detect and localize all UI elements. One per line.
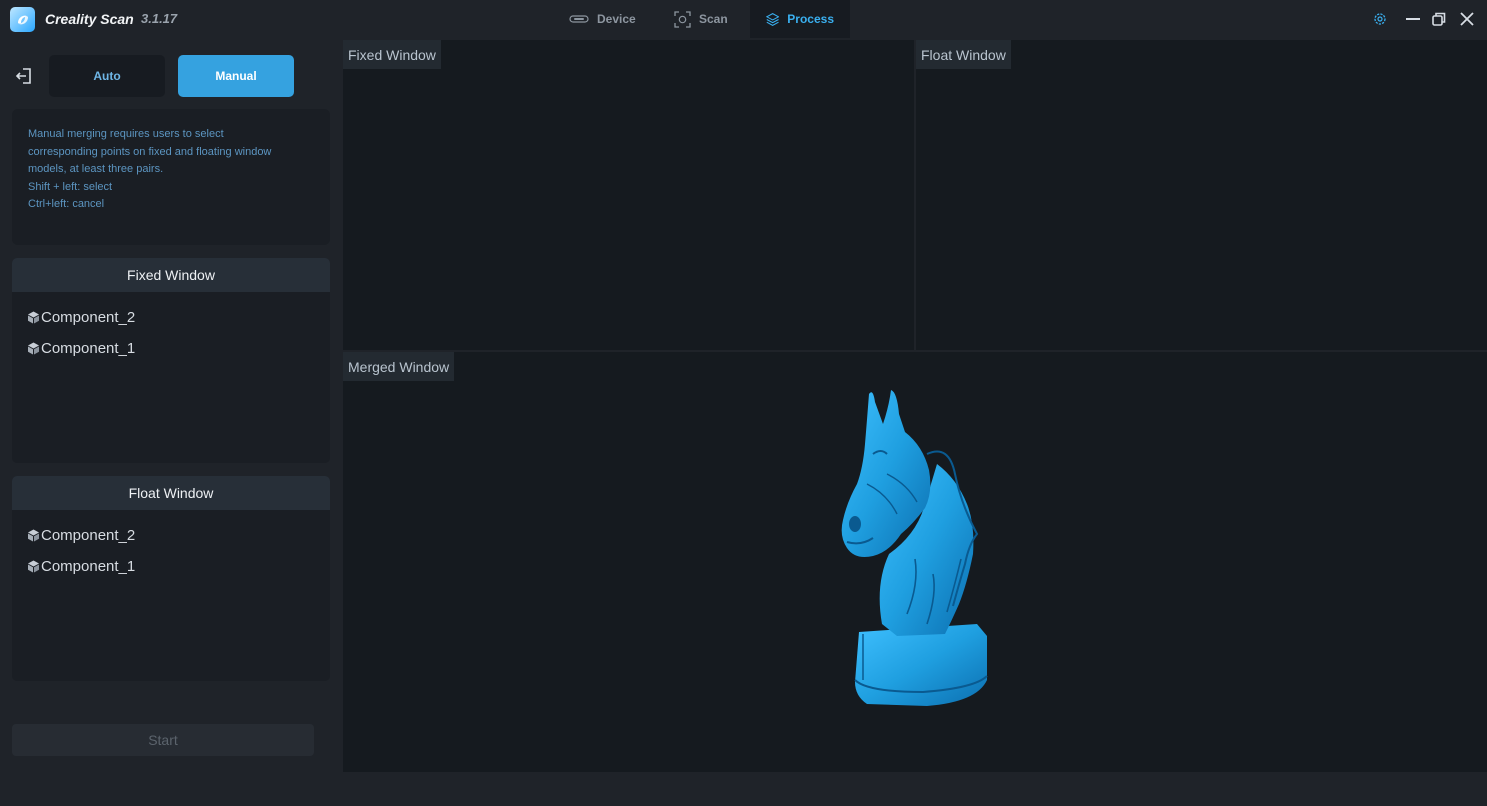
- fixed-window-label: Fixed Window: [343, 40, 441, 69]
- list-item[interactable]: Component_1: [12, 333, 330, 364]
- horse-head-model[interactable]: [827, 384, 1007, 712]
- list-item-label: Component_1: [41, 558, 136, 575]
- merged-window-viewport[interactable]: Merged Window: [343, 352, 1487, 772]
- cube-icon: [28, 311, 39, 324]
- settings-icon[interactable]: [1370, 9, 1390, 29]
- tab-device[interactable]: Device: [553, 0, 652, 38]
- exit-icon[interactable]: [15, 67, 33, 85]
- list-item[interactable]: Component_1: [12, 551, 330, 582]
- app-name: Creality Scan: [45, 11, 134, 27]
- help-text-box: Manual merging requires users to select …: [12, 109, 330, 245]
- app-logo-icon: [10, 7, 35, 32]
- fixed-window-viewport[interactable]: Fixed Window: [343, 40, 914, 350]
- tab-scan[interactable]: Scan: [658, 0, 744, 38]
- fixed-window-list-title: Fixed Window: [12, 258, 330, 292]
- list-item-label: Component_1: [41, 340, 136, 357]
- restore-icon[interactable]: [1429, 9, 1449, 29]
- app-version: 3.1.17: [141, 11, 178, 26]
- auto-mode-button[interactable]: Auto: [49, 55, 165, 97]
- help-line: Manual merging requires users to select: [28, 128, 224, 140]
- cube-icon: [28, 342, 39, 355]
- list-item-label: Component_2: [41, 309, 136, 326]
- minimize-icon[interactable]: [1403, 9, 1423, 29]
- help-line: models, at least three pairs.: [28, 163, 164, 175]
- list-item[interactable]: Component_2: [12, 520, 330, 551]
- tab-process[interactable]: Process: [750, 0, 850, 38]
- device-icon: [569, 15, 589, 23]
- float-window-list: Float Window Component_2 Component_1: [12, 476, 330, 681]
- list-item-label: Component_2: [41, 527, 136, 544]
- close-icon[interactable]: [1457, 9, 1477, 29]
- manual-mode-button[interactable]: Manual: [178, 55, 294, 97]
- merged-window-label: Merged Window: [343, 352, 455, 381]
- help-line: Shift + left: select: [28, 180, 113, 193]
- float-window-label: Float Window: [916, 40, 1011, 69]
- start-button[interactable]: Start: [12, 724, 314, 756]
- scan-icon: [674, 10, 691, 28]
- fixed-window-list: Fixed Window Component_2 Component_1: [12, 258, 330, 463]
- help-line: Ctrl+left: cancel: [28, 198, 105, 210]
- tab-device-label: Device: [597, 12, 636, 26]
- cube-icon: [28, 529, 39, 542]
- float-window-viewport[interactable]: Float Window: [916, 40, 1487, 350]
- layers-icon: [766, 12, 780, 26]
- float-window-list-title: Float Window: [12, 476, 330, 510]
- tab-process-label: Process: [787, 12, 834, 26]
- help-line: corresponding points on fixed and floati…: [28, 145, 272, 158]
- tab-scan-label: Scan: [699, 12, 728, 26]
- cube-icon: [28, 560, 39, 573]
- list-item[interactable]: Component_2: [12, 302, 330, 333]
- title-bar: Creality Scan 3.1.17 Device Scan Process: [0, 0, 1487, 38]
